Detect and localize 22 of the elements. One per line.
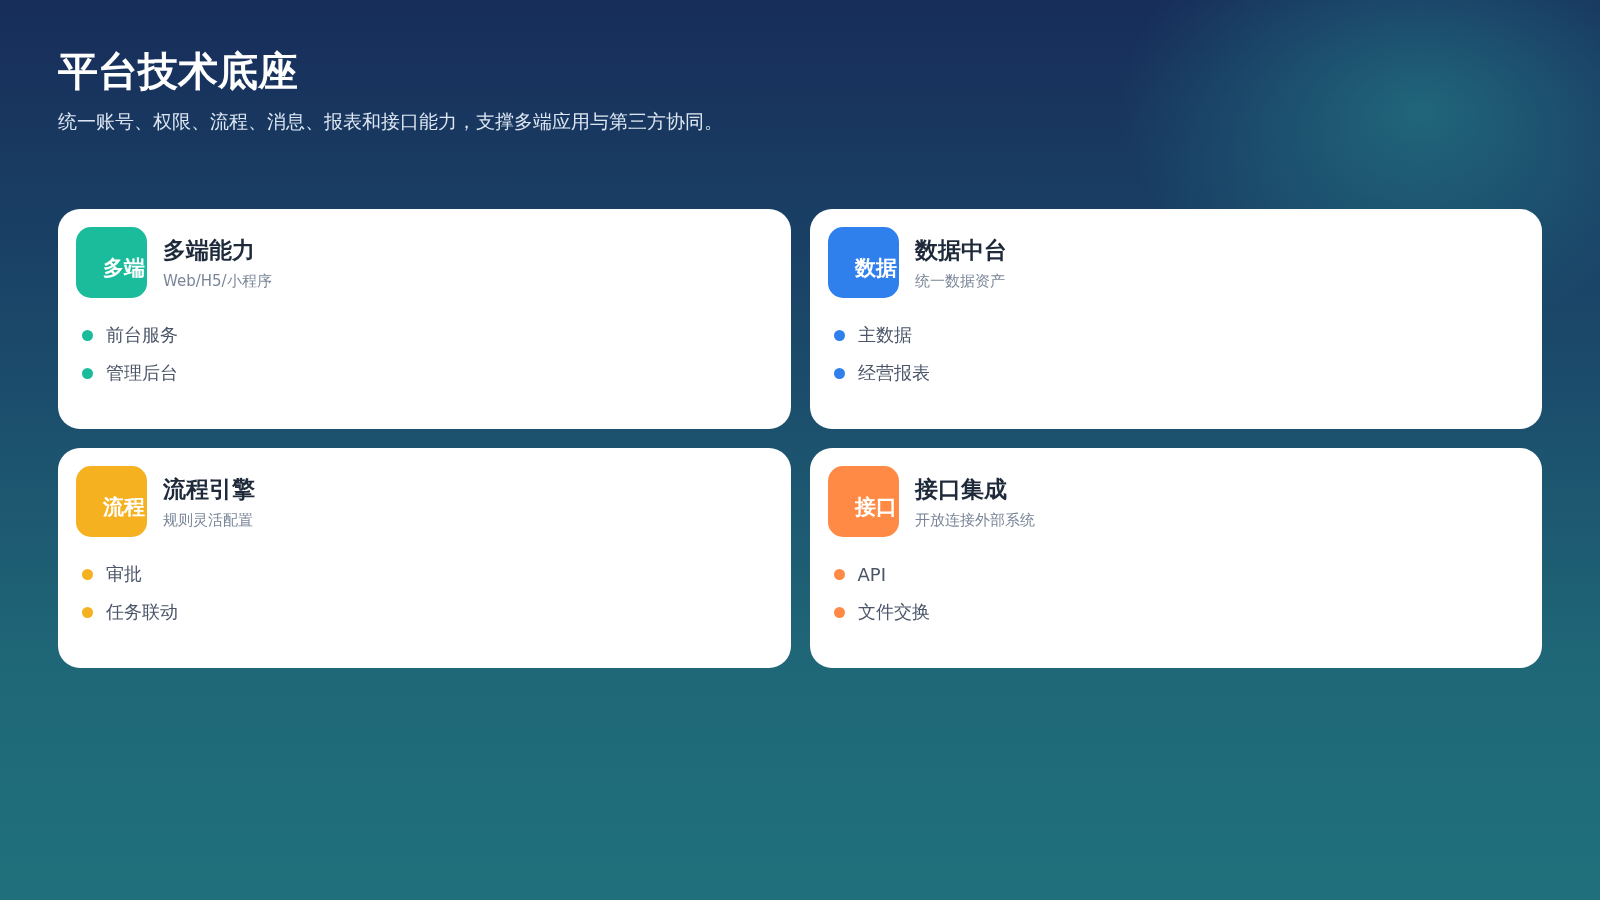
- card-subtitle: 规则灵活配置: [163, 510, 253, 530]
- card-badge: 多端: [76, 227, 147, 298]
- card-title: 接口集成: [914, 474, 1007, 504]
- card-subtitle: Web/H5/小程序: [163, 271, 272, 291]
- page-subtitle: 统一账号、权限、流程、消息、报表和接口能力，支撑多端应用与第三方协同。: [58, 109, 723, 134]
- list-item: 前台服务: [106, 323, 178, 347]
- card-title: 数据中台: [914, 235, 1007, 265]
- list-item: API: [857, 563, 886, 585]
- card-title: 多端能力: [163, 235, 255, 265]
- card-badge: 数据: [827, 227, 899, 298]
- list-item: 文件交换: [857, 600, 930, 624]
- list-item: 审批: [106, 562, 142, 586]
- card-subtitle: 开放连接外部系统: [914, 510, 1035, 530]
- card-subtitle: 统一数据资产: [914, 271, 1005, 291]
- list-item: 任务联动: [106, 600, 178, 624]
- list-item: 管理后台: [106, 361, 178, 385]
- card-title: 流程引擎: [163, 474, 255, 504]
- card-badge: 流程: [76, 466, 147, 537]
- list-item: 主数据: [857, 323, 912, 347]
- page-title: 平台技术底座: [58, 47, 298, 96]
- list-item: 经营报表: [857, 361, 930, 385]
- card-badge: 接口: [827, 466, 899, 537]
